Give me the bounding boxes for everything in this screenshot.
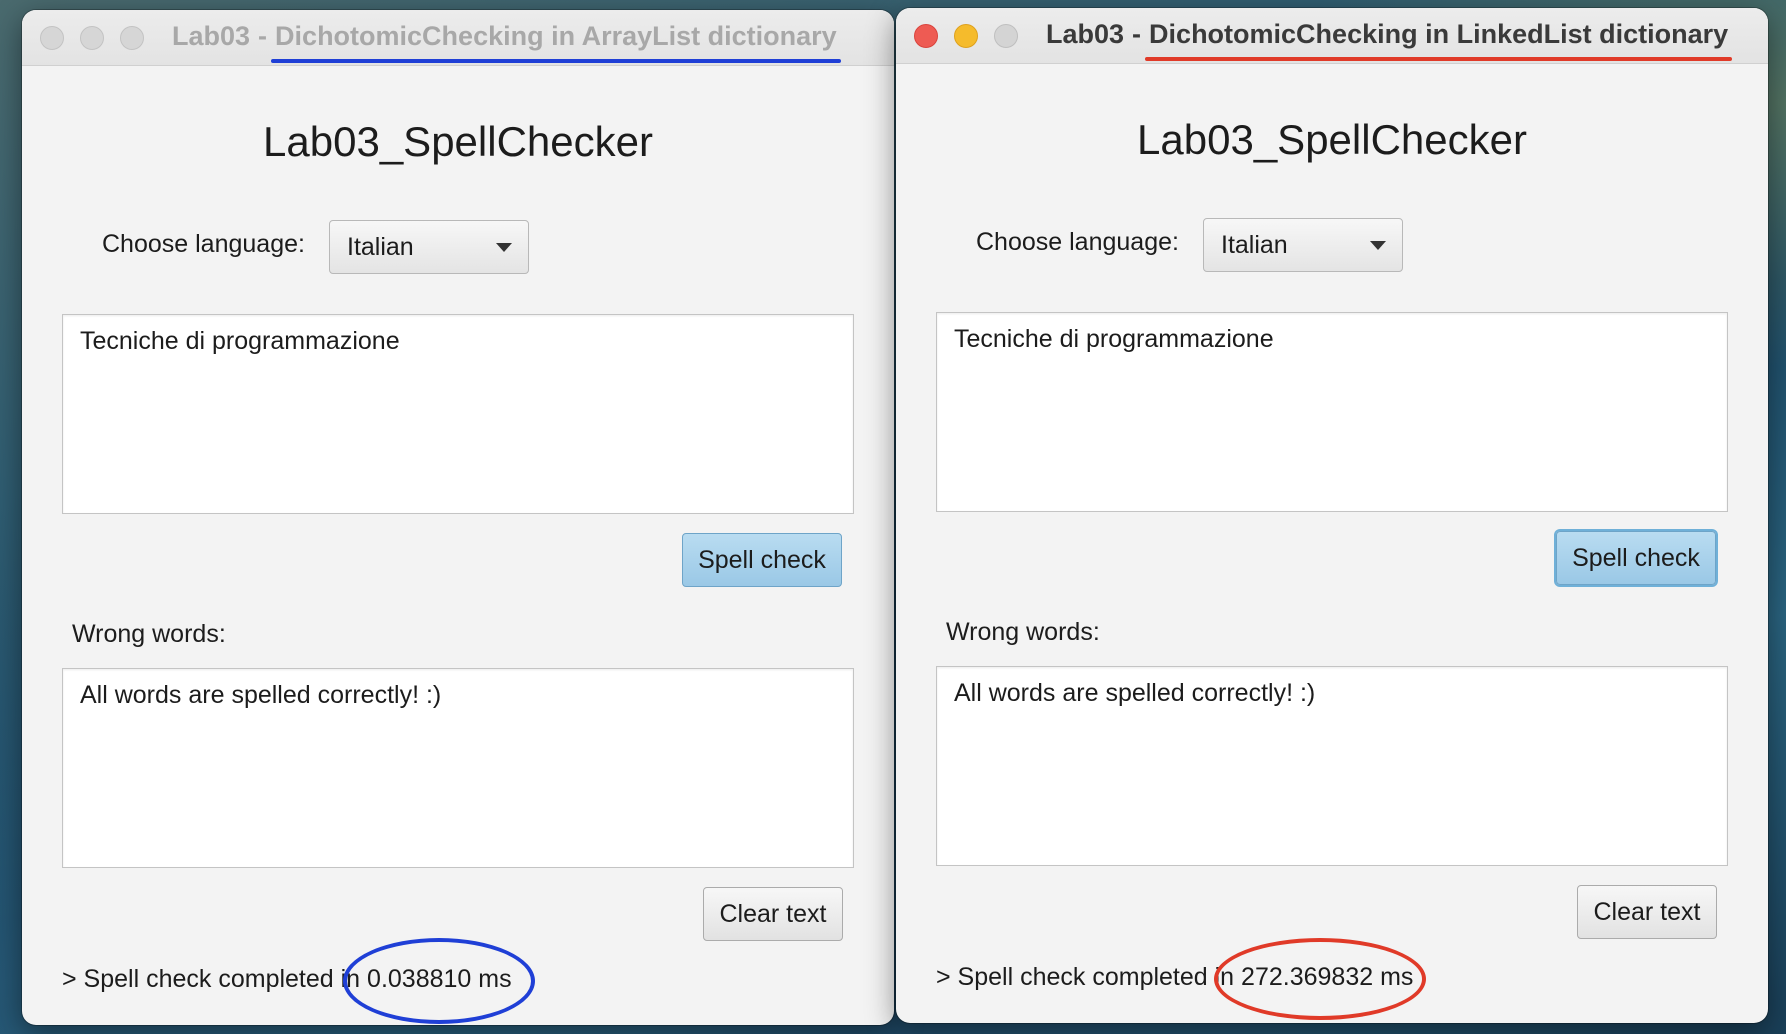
language-selected-value: Italian xyxy=(1221,230,1288,259)
maximize-window-icon[interactable] xyxy=(994,23,1018,48)
language-label: Choose language: xyxy=(976,228,1179,256)
window-title-separator: - xyxy=(1132,18,1142,49)
wrong-words-area[interactable]: All words are spelled correctly! :) xyxy=(936,666,1728,866)
window-title-main: DichotomicChecking in ArrayList dictiona… xyxy=(271,21,841,63)
wrong-words-label: Wrong words: xyxy=(946,618,1100,646)
language-select[interactable]: Italian xyxy=(329,220,529,274)
window-title-separator: - xyxy=(258,20,268,51)
status-time: 272.369832 ms xyxy=(1241,963,1414,991)
clear-text-button[interactable]: Clear text xyxy=(703,887,843,941)
window-controls xyxy=(914,23,1018,48)
app-title: Lab03_SpellChecker xyxy=(263,118,653,165)
status-prefix: > Spell check completed in xyxy=(936,963,1235,991)
minimize-window-icon[interactable] xyxy=(954,23,978,48)
window-arraylist: Lab03 - DichotomicChecking in ArrayList … xyxy=(22,10,894,1025)
close-window-icon[interactable] xyxy=(914,23,938,48)
language-select[interactable]: Italian xyxy=(1203,218,1403,272)
chevron-down-icon xyxy=(496,243,512,252)
title-bar[interactable]: Lab03 - DichotomicChecking in LinkedList… xyxy=(896,8,1768,64)
wrong-words-area[interactable]: All words are spelled correctly! :) xyxy=(62,668,854,868)
status-line: > Spell check completed in 0.038810 ms xyxy=(62,965,512,994)
status-line: > Spell check completed in 272.369832 ms xyxy=(936,963,1413,992)
window-title-main: DichotomicChecking in LinkedList diction… xyxy=(1145,19,1733,61)
language-label: Choose language: xyxy=(102,230,305,258)
clear-text-button[interactable]: Clear text xyxy=(1577,885,1717,939)
app-title: Lab03_SpellChecker xyxy=(1137,116,1527,163)
close-window-icon[interactable] xyxy=(40,25,64,50)
chevron-down-icon xyxy=(1370,241,1386,250)
title-bar[interactable]: Lab03 - DichotomicChecking in ArrayList … xyxy=(22,10,894,66)
spell-check-button[interactable]: Spell check xyxy=(682,533,842,587)
status-prefix: > Spell check completed in xyxy=(62,965,361,993)
window-title-prefix: Lab03 xyxy=(1046,18,1125,49)
wrong-words-label: Wrong words: xyxy=(72,620,226,648)
spell-check-button[interactable]: Spell check xyxy=(1556,531,1716,585)
minimize-window-icon[interactable] xyxy=(80,25,104,50)
window-title: Lab03 - DichotomicChecking in ArrayList … xyxy=(172,20,841,63)
window-title: Lab03 - DichotomicChecking in LinkedList… xyxy=(1046,18,1733,61)
input-text-area[interactable]: Tecniche di programmazione xyxy=(936,312,1728,512)
status-time: 0.038810 ms xyxy=(367,965,512,993)
input-text-area[interactable]: Tecniche di programmazione xyxy=(62,314,854,514)
window-title-prefix: Lab03 xyxy=(172,20,251,51)
window-linkedlist: Lab03 - DichotomicChecking in LinkedList… xyxy=(896,8,1768,1023)
window-controls xyxy=(40,25,144,50)
maximize-window-icon[interactable] xyxy=(120,25,144,50)
language-selected-value: Italian xyxy=(347,232,414,261)
